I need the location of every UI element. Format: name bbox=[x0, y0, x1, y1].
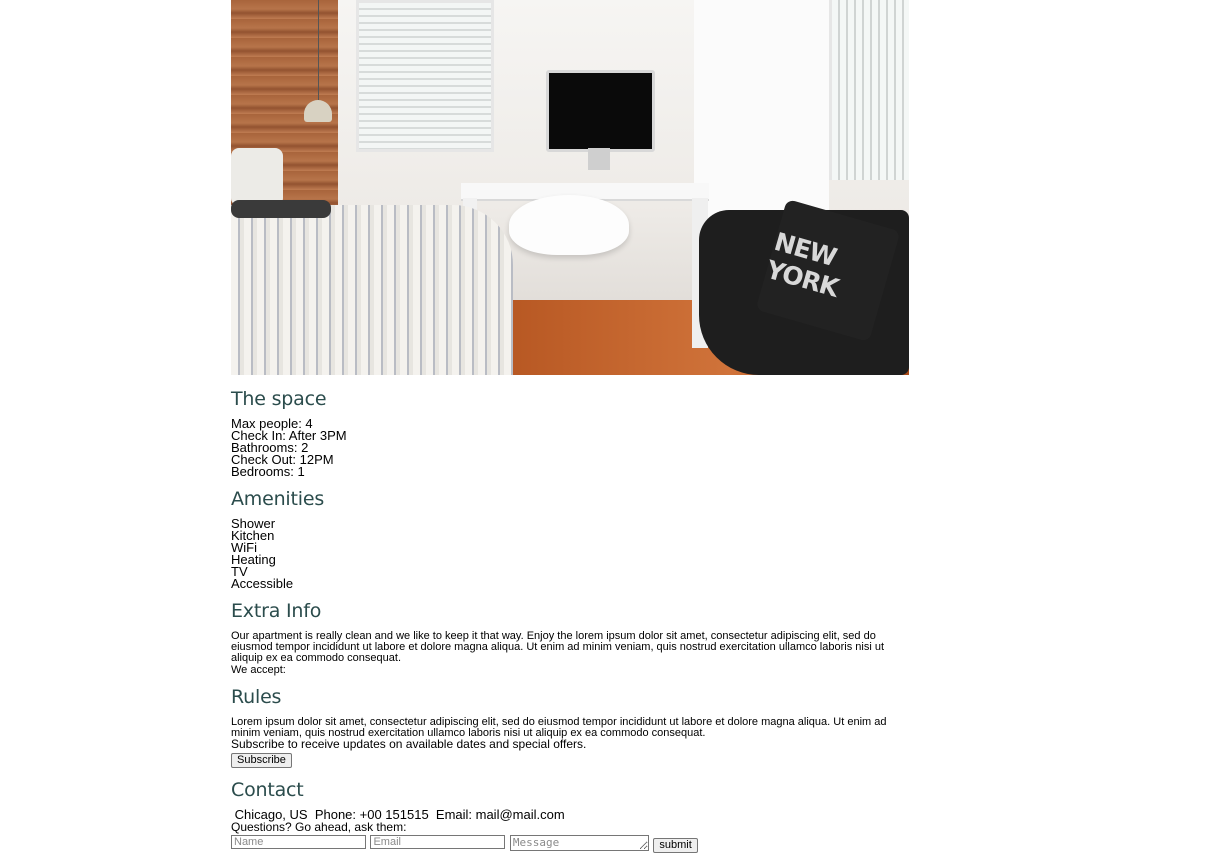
amenity-item: TV bbox=[231, 564, 248, 579]
contact-form: submit bbox=[231, 835, 909, 853]
subscribe-button[interactable]: Subscribe bbox=[231, 752, 292, 768]
subscribe-text: Subscribe to receive updates on availabl… bbox=[231, 737, 587, 751]
payment-accept-label: We accept: bbox=[231, 664, 286, 676]
desk-monitor bbox=[546, 70, 655, 152]
space-title: The space bbox=[231, 388, 327, 410]
amenity-item: Heating bbox=[231, 552, 276, 567]
white-chair bbox=[509, 195, 629, 255]
amenity-item: Shower bbox=[231, 516, 276, 531]
window-right bbox=[829, 0, 909, 180]
rules-title: Rules bbox=[231, 686, 282, 708]
amenity-item: Kitchen bbox=[231, 528, 275, 543]
contact-title: Contact bbox=[231, 779, 304, 801]
space-list: Max people: 4 Check In: After 3PM Bathro… bbox=[231, 417, 909, 479]
submit-button[interactable]: submit bbox=[653, 837, 698, 853]
bed-pillow bbox=[231, 148, 283, 206]
monitor-stand bbox=[588, 148, 610, 170]
lamp-cord bbox=[318, 0, 319, 100]
pillow-text: NEW YORK bbox=[763, 226, 842, 303]
amenity-item: Accessible bbox=[231, 576, 294, 591]
room-photo: NEW YORK bbox=[231, 0, 909, 375]
questions-label: Questions? Go ahead, ask them: bbox=[231, 820, 407, 834]
page-content: NEW YORK The space Max people: 4 Check I… bbox=[231, 0, 909, 853]
email-input[interactable] bbox=[370, 835, 506, 849]
pendant-lamp bbox=[304, 100, 332, 122]
extra-info-text: Our apartment is really clean and we lik… bbox=[231, 630, 884, 664]
message-textarea[interactable] bbox=[509, 835, 649, 851]
space-item: Bedrooms: 1 bbox=[231, 464, 305, 479]
rules-text: Lorem ipsum dolor sit amet, consectetur … bbox=[231, 716, 887, 739]
amenities-title: Amenities bbox=[231, 488, 325, 510]
space-item: Check Out: 12PM bbox=[231, 452, 334, 467]
amenity-item: WiFi bbox=[231, 540, 257, 555]
window-left bbox=[356, 0, 494, 152]
dark-blanket bbox=[231, 200, 331, 218]
amenities-list: Shower Kitchen WiFi Heating TV Accessibl… bbox=[231, 516, 909, 591]
extra-info-title: Extra Info bbox=[231, 600, 322, 622]
name-input[interactable] bbox=[231, 835, 366, 849]
bed bbox=[231, 205, 513, 375]
space-item: Check In: After 3PM bbox=[231, 428, 347, 443]
